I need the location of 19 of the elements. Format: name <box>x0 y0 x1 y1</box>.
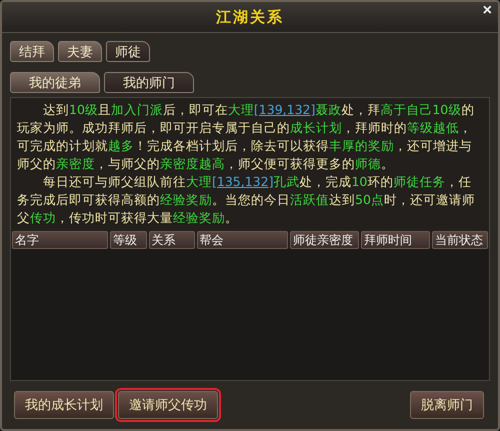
column-header[interactable]: 帮会 <box>196 231 288 249</box>
column-header[interactable]: 师徒亲密度 <box>290 231 360 249</box>
column-header[interactable]: 等级 <box>110 231 147 249</box>
column-header[interactable]: 关系 <box>148 231 195 249</box>
column-header[interactable]: 当前状态 <box>432 231 488 249</box>
window-title: 江湖关系 <box>216 8 284 26</box>
tab[interactable]: 师徒 <box>106 41 150 62</box>
action-button[interactable]: 脱离师门 <box>410 391 484 419</box>
column-header[interactable]: 名字 <box>12 231 108 249</box>
description-paragraph: 每日还可与师父组队前往大理[135,132]孔武处，完成10环的师徒任务，任务完成后即可获得高额的经验奖励。当您的今日活跃值达到50点时，还可邀请师父传功，传功时可获得大量经验奖励。 <box>17 173 476 227</box>
tab[interactable]: 夫妻 <box>58 41 102 62</box>
column-header[interactable]: 拜师时间 <box>361 231 430 249</box>
sub-tab[interactable]: 我的徒弟 <box>10 72 100 93</box>
action-button[interactable]: 邀请师父传功 <box>118 391 218 419</box>
sub-tab[interactable]: 我的师门 <box>104 72 194 93</box>
close-button[interactable]: × <box>478 2 496 20</box>
description-paragraph: 达到10级且加入门派后，即可在大理[139,132]聂政处，拜高于自己10级的玩家为师。成功拜师后，即可开启专属于自己的成长计划，拜师时的等级越低，可完成的计划就越多！完成各档计划后，除去可以获得丰厚的奖励，还可增进与师父的亲密度，与师父的亲密度越高，师父便可获得更多的师德。 <box>17 101 476 173</box>
tab[interactable]: 结拜 <box>10 41 54 62</box>
action-button[interactable]: 我的成长计划 <box>14 391 114 419</box>
